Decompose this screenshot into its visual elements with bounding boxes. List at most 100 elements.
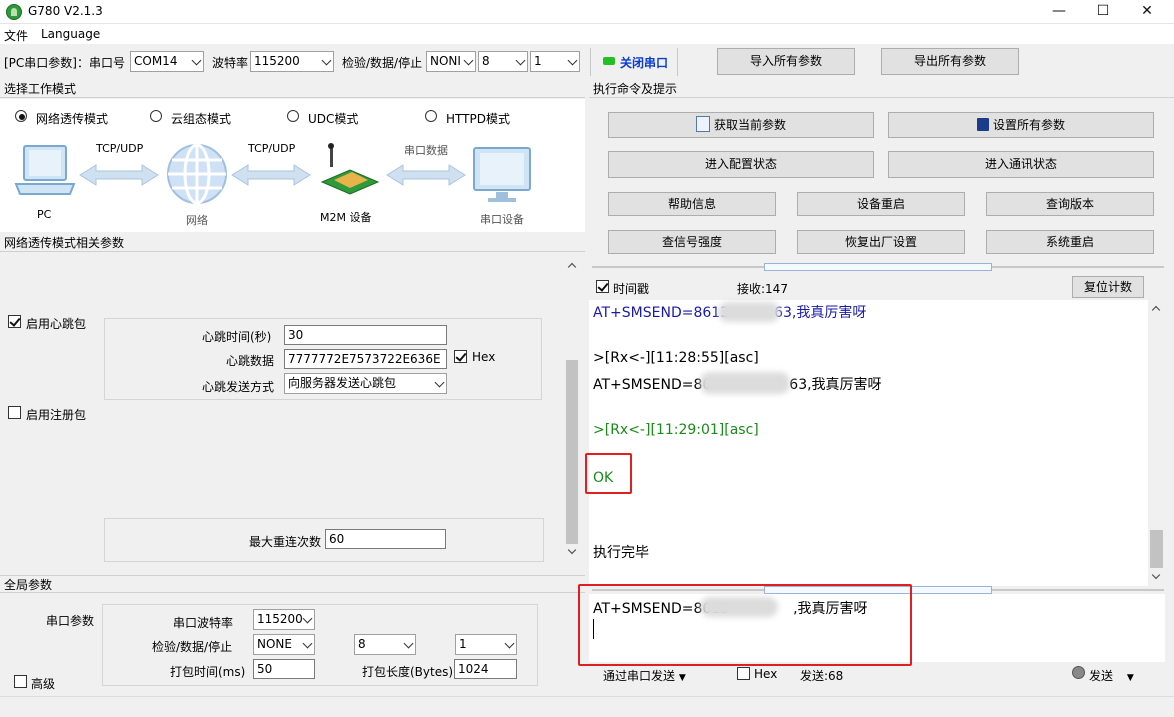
signal-button[interactable]: 查信号强度: [608, 230, 776, 254]
mode-label-udc: UDC模式: [308, 112, 359, 126]
hex-label: Hex: [472, 350, 496, 364]
pack-len-label: 打包长度(Bytes): [362, 665, 454, 679]
mode-radio-udc[interactable]: [287, 110, 299, 122]
global-databits-select[interactable]: 8: [354, 634, 416, 655]
chevron-down-icon: [302, 613, 313, 624]
retry-group: [104, 518, 544, 562]
register-checkbox[interactable]: [8, 406, 21, 419]
mode-label-transparent: 网络透传模式: [36, 112, 109, 126]
mode-radio-transparent[interactable]: [15, 110, 27, 122]
heartbeat-checkbox[interactable]: [8, 315, 21, 328]
chevron-down-icon: [302, 638, 313, 649]
port-label: [PC串口参数]：串口号: [4, 56, 125, 70]
send-hex-checkbox[interactable]: [737, 667, 750, 680]
advanced-label: 高级: [31, 677, 56, 691]
set-params-label: 设置所有参数: [992, 118, 1065, 132]
global-header: 全局参数: [0, 575, 585, 593]
baud-select[interactable]: 115200: [250, 51, 334, 72]
splitter-top-handle[interactable]: [764, 263, 992, 271]
send-mode-label: 心跳发送方式: [202, 380, 275, 394]
m2m-device-icon: [320, 143, 380, 195]
port-value: COM14: [134, 54, 178, 68]
params-scroll-thumb[interactable]: [566, 360, 578, 544]
send-via-select[interactable]: 通过串口发送 ▼: [603, 667, 686, 684]
minimize-button[interactable]: —: [1036, 0, 1082, 24]
mode-radio-cloud[interactable]: [150, 110, 162, 122]
retry-label: 最大重连次数: [249, 535, 322, 549]
maximize-button[interactable]: ☐: [1080, 0, 1126, 24]
send-mode-select[interactable]: 向服务器发送心跳包: [284, 373, 447, 394]
chevron-down-icon: [567, 55, 578, 66]
timestamp-label: 时间戳: [613, 282, 650, 296]
parity-label: 检验/数据/停止: [342, 56, 423, 70]
parity-value: NONI: [430, 54, 461, 68]
enter-config-button[interactable]: 进入配置状态: [608, 151, 874, 178]
reset-count-button[interactable]: 复位计数: [1072, 276, 1144, 298]
log-line: >[Rx<-][11:29:01][asc]: [593, 422, 759, 438]
log-scroll-thumb[interactable]: [1150, 530, 1163, 568]
global-stopbits-select[interactable]: 1: [455, 634, 517, 655]
receive-log[interactable]: [589, 300, 1165, 586]
menu-language[interactable]: Language: [41, 27, 100, 41]
net-params-header: 网络透传模式相关参数: [0, 234, 585, 252]
diagram-m2m-label: M2M 设备: [320, 211, 372, 224]
chevron-down-icon: [434, 377, 445, 388]
hex-checkbox[interactable]: [454, 350, 467, 363]
heartbeat-data-input[interactable]: 7777772E7573722E636E: [284, 349, 447, 369]
send-label: 发送: [1089, 669, 1114, 683]
pack-time-label: 打包时间(ms): [170, 665, 246, 679]
heartbeat-data-label: 心跳数据: [226, 354, 275, 368]
help-button[interactable]: 帮助信息: [608, 192, 776, 216]
export-params-button[interactable]: 导出所有参数: [881, 48, 1019, 75]
port-status-icon: [603, 57, 615, 65]
import-params-button[interactable]: 导入所有参数: [717, 48, 855, 75]
query-version-button[interactable]: 查询版本: [986, 192, 1154, 216]
mode-header: 选择工作模式: [0, 80, 585, 98]
mode-label-httpd: HTTPD模式: [446, 112, 510, 126]
save-icon: [976, 118, 989, 131]
global-parity-select[interactable]: NONE: [253, 634, 315, 655]
global-baud-select[interactable]: 115200: [253, 609, 315, 630]
get-params-button[interactable]: 获取当前参数: [608, 112, 874, 138]
reboot-device-button[interactable]: 设备重启: [797, 192, 965, 216]
recv-count: 接收:147: [737, 282, 788, 296]
global-parity-label: 检验/数据/停止: [152, 640, 233, 654]
menu-file[interactable]: 文件: [4, 27, 28, 44]
send-icon: [1072, 666, 1085, 679]
advanced-checkbox[interactable]: [14, 675, 27, 688]
system-reboot-button[interactable]: 系统重启: [986, 230, 1154, 254]
set-params-button[interactable]: 设置所有参数: [888, 112, 1154, 138]
commands-header: 执行命令及提示: [589, 80, 1174, 98]
global-parity-value: NONE: [257, 637, 292, 651]
send-mode-value: 向服务器发送心跳包: [288, 376, 397, 390]
factory-reset-button[interactable]: 恢复出厂设置: [797, 230, 965, 254]
get-params-label: 获取当前参数: [713, 118, 786, 132]
caret-down-icon: ▼: [678, 673, 686, 683]
parity-select[interactable]: NONI: [426, 51, 476, 72]
send-button[interactable]: 发送 ▼: [1089, 667, 1134, 684]
diagram-link3-label: 串口数据: [404, 144, 448, 157]
highlight-box: [585, 453, 632, 494]
global-serial-label: 串口参数: [46, 614, 95, 628]
pack-len-input[interactable]: 1024: [454, 659, 517, 679]
port-select[interactable]: COM14: [130, 51, 204, 72]
document-search-icon: [695, 116, 710, 132]
baud-value: 115200: [254, 54, 300, 68]
timestamp-checkbox[interactable]: [596, 280, 609, 293]
redacted-block: [718, 302, 780, 322]
diagram-serial-label: 串口设备: [480, 213, 524, 226]
send-via-label: 通过串口发送: [603, 669, 676, 683]
pack-time-input[interactable]: 50: [253, 659, 315, 679]
chevron-down-icon: [515, 55, 526, 66]
enter-comm-button[interactable]: 进入通讯状态: [888, 151, 1154, 178]
close-button[interactable]: ✕: [1124, 0, 1170, 24]
log-line: 执行完毕: [593, 545, 649, 561]
heartbeat-time-label: 心跳时间(秒): [202, 330, 272, 344]
arrow-left-right-icon: [231, 164, 311, 186]
databits-select[interactable]: 8: [478, 51, 528, 72]
retry-input[interactable]: 60: [325, 529, 446, 549]
heartbeat-time-input[interactable]: 30: [284, 325, 447, 345]
stopbits-select[interactable]: 1: [530, 51, 580, 72]
mode-radio-httpd[interactable]: [425, 110, 437, 122]
chevron-down-icon: [191, 55, 202, 66]
